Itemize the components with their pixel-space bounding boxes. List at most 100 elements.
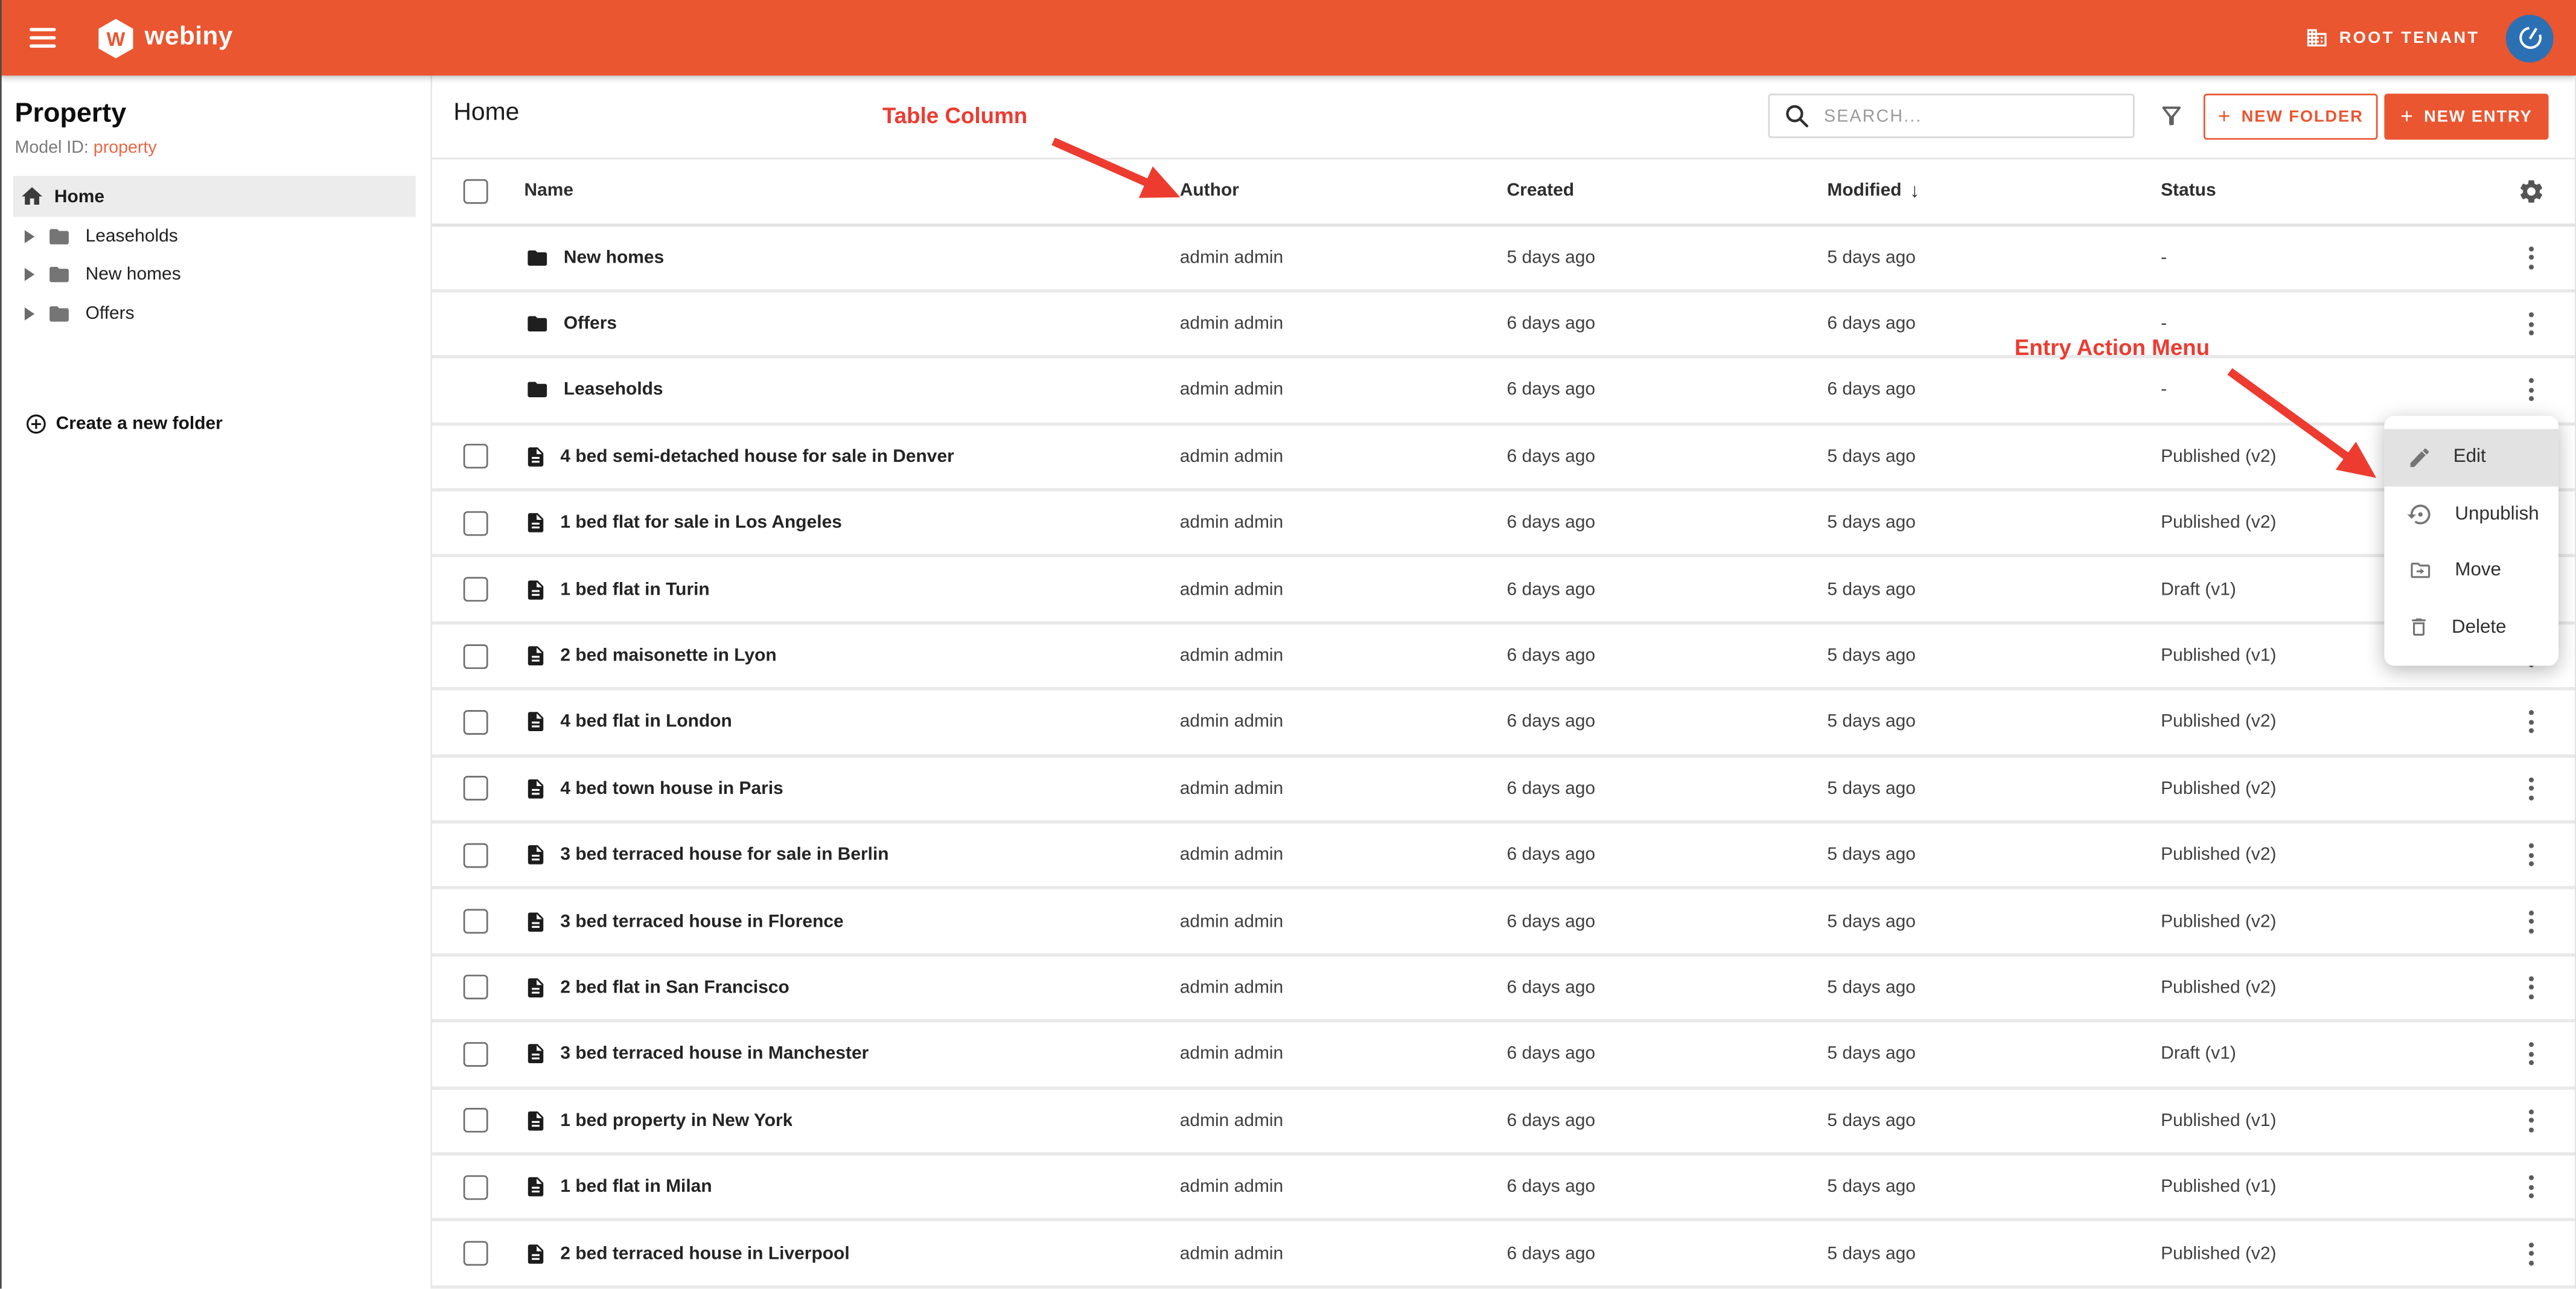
trash-icon [2412,619,2426,636]
chevron-right-icon[interactable] [24,268,35,282]
table-row[interactable]: 1 bed flat in Turin admin admin 6 days a… [430,558,2576,625]
table-header: Name Author Created Modified ↓ Status [430,159,2576,226]
sidebar-folder-item[interactable]: Offers [0,294,430,333]
row-kebab-menu-icon[interactable] [2520,1038,2542,1070]
menu-item-move[interactable]: Move [2384,542,2558,599]
table-row[interactable]: 3 bed terraced house in London admin adm… [430,1288,2576,1289]
row-created: 6 days ago [1506,646,1596,666]
row-name-cell[interactable]: 1 bed flat for sale in Los Angeles [524,510,1179,537]
table-row[interactable]: 2 bed maisonette in Lyon admin admin 6 d… [430,624,2576,691]
row-kebab-menu-icon[interactable] [2520,971,2542,1004]
row-checkbox[interactable] [463,643,488,668]
row-name-cell[interactable]: 1 bed property in New York [524,1107,1179,1134]
row-created: 6 days ago [1506,380,1596,400]
row-checkbox[interactable] [463,444,488,469]
row-name-cell[interactable]: Offers [524,312,1179,335]
row-checkbox[interactable] [463,1041,488,1067]
row-author: admin admin [1179,977,1284,998]
row-name-cell[interactable]: 2 bed flat in San Francisco [524,974,1179,1001]
row-created: 6 days ago [1506,911,1596,932]
table-row[interactable]: 1 bed flat for sale in Los Angeles admin… [430,491,2576,558]
row-name-cell[interactable]: 3 bed terraced house for sale in Berlin [524,842,1179,868]
column-header-created[interactable]: Created [1507,181,1828,201]
row-checkbox[interactable] [463,1108,488,1133]
row-name-cell[interactable]: New homes [524,246,1179,269]
menu-item-unpublish[interactable]: Unpublish [2384,485,2558,542]
table-row[interactable]: 2 bed terraced house in Liverpool admin … [430,1221,2576,1288]
table-row[interactable]: 1 bed flat in Milan admin admin 6 days a… [430,1155,2576,1222]
row-kebab-menu-icon[interactable] [2520,241,2542,273]
table-row[interactable]: 3 bed terraced house in Florence admin a… [430,889,2576,956]
table-row[interactable]: New homes admin admin 5 days ago 5 days … [430,226,2576,293]
row-kebab-menu-icon[interactable] [2520,839,2542,871]
table-row[interactable]: 3 bed terraced house in Manchester admin… [430,1022,2576,1089]
column-header-modified[interactable]: Modified ↓ [1827,179,2161,202]
column-header-author[interactable]: Author [1180,181,1507,201]
table-row[interactable]: 2 bed flat in San Francisco admin admin … [430,956,2576,1023]
tenant-selector[interactable]: ROOT TENANT [2305,27,2480,50]
menu-item-label: Unpublish [2455,504,2539,524]
new-folder-button[interactable]: + NEW FOLDER [2203,94,2378,140]
table-row[interactable]: 1 bed property in New York admin admin 6… [430,1089,2576,1156]
row-name-cell[interactable]: 3 bed terraced house in Manchester [524,1041,1179,1067]
row-checkbox[interactable] [463,577,488,602]
row-name-cell[interactable]: 4 bed flat in London [524,709,1179,736]
row-name-cell[interactable]: 1 bed flat in Milan [524,1174,1179,1200]
row-name-cell[interactable]: 2 bed maisonette in Lyon [524,643,1179,670]
row-checkbox[interactable] [463,1241,488,1266]
sidebar-item-home[interactable]: Home [13,176,416,217]
column-header-status[interactable]: Status [2161,181,2506,201]
model-id-value[interactable]: property [94,138,157,158]
row-name: 4 bed town house in Paris [560,778,783,799]
row-checkbox[interactable] [463,1174,488,1200]
table-row[interactable]: 4 bed town house in Paris admin admin 6 … [430,757,2576,824]
row-name-cell[interactable]: 2 bed terraced house in Liverpool [524,1240,1179,1267]
row-kebab-menu-icon[interactable] [2520,374,2542,406]
row-name-cell[interactable]: Leaseholds [524,379,1179,401]
row-name-cell[interactable]: 4 bed semi-detached house for sale in De… [524,444,1179,470]
row-kebab-menu-icon[interactable] [2520,1237,2542,1270]
sidebar-folder-item[interactable]: New homes [0,255,430,294]
sidebar-folder-label: Leaseholds [85,226,178,246]
table-row[interactable]: 3 bed terraced house for sale in Berlin … [430,824,2576,890]
row-kebab-menu-icon[interactable] [2520,1104,2542,1137]
row-checkbox[interactable] [463,709,488,735]
table-row[interactable]: 4 bed flat in London admin admin 6 days … [430,691,2576,758]
menu-item-delete[interactable]: Delete [2384,599,2558,656]
row-checkbox[interactable] [463,909,488,934]
row-kebab-menu-icon[interactable] [2520,772,2542,805]
row-name-cell[interactable]: 4 bed town house in Paris [524,776,1179,802]
new-entry-button[interactable]: + NEW ENTRY [2384,94,2549,140]
column-header-name[interactable]: Name [524,181,1179,201]
user-avatar[interactable] [2505,14,2554,62]
plus-icon: + [2217,103,2232,129]
table-row[interactable]: Offers admin admin 6 days ago 6 days ago… [430,292,2576,359]
table-row[interactable]: Leaseholds admin admin 6 days ago 6 days… [430,359,2576,426]
row-kebab-menu-icon[interactable] [2520,1171,2542,1203]
row-kebab-menu-icon[interactable] [2520,905,2542,938]
table-settings-gear-icon[interactable] [2517,177,2545,205]
menu-item-edit[interactable]: Edit [2384,429,2558,486]
annotation-table-column: Table Column [882,103,1028,129]
search-input[interactable] [1820,104,2107,127]
row-checkbox[interactable] [463,842,488,868]
row-name-cell[interactable]: 3 bed terraced house in Florence [524,908,1179,935]
model-id-label: Model ID: [14,138,89,158]
select-all-checkbox[interactable] [463,179,488,203]
chevron-right-icon[interactable] [24,307,35,321]
row-checkbox[interactable] [463,511,488,536]
filter-button[interactable] [2158,102,2185,130]
plus-circle-icon [27,414,46,434]
row-name-cell[interactable]: 1 bed flat in Turin [524,577,1179,603]
row-kebab-menu-icon[interactable] [2520,706,2542,738]
menu-hamburger-icon[interactable] [30,27,56,48]
table-row[interactable]: 4 bed semi-detached house for sale in De… [430,425,2576,492]
row-select-cell [430,643,524,668]
row-checkbox[interactable] [463,975,488,1000]
column-settings-cell [2506,177,2576,205]
row-kebab-menu-icon[interactable] [2520,307,2542,340]
sidebar-folder-item[interactable]: Leaseholds [0,217,430,255]
create-folder-button[interactable]: Create a new folder [25,412,223,435]
row-checkbox[interactable] [463,776,488,801]
chevron-right-icon[interactable] [24,229,35,243]
